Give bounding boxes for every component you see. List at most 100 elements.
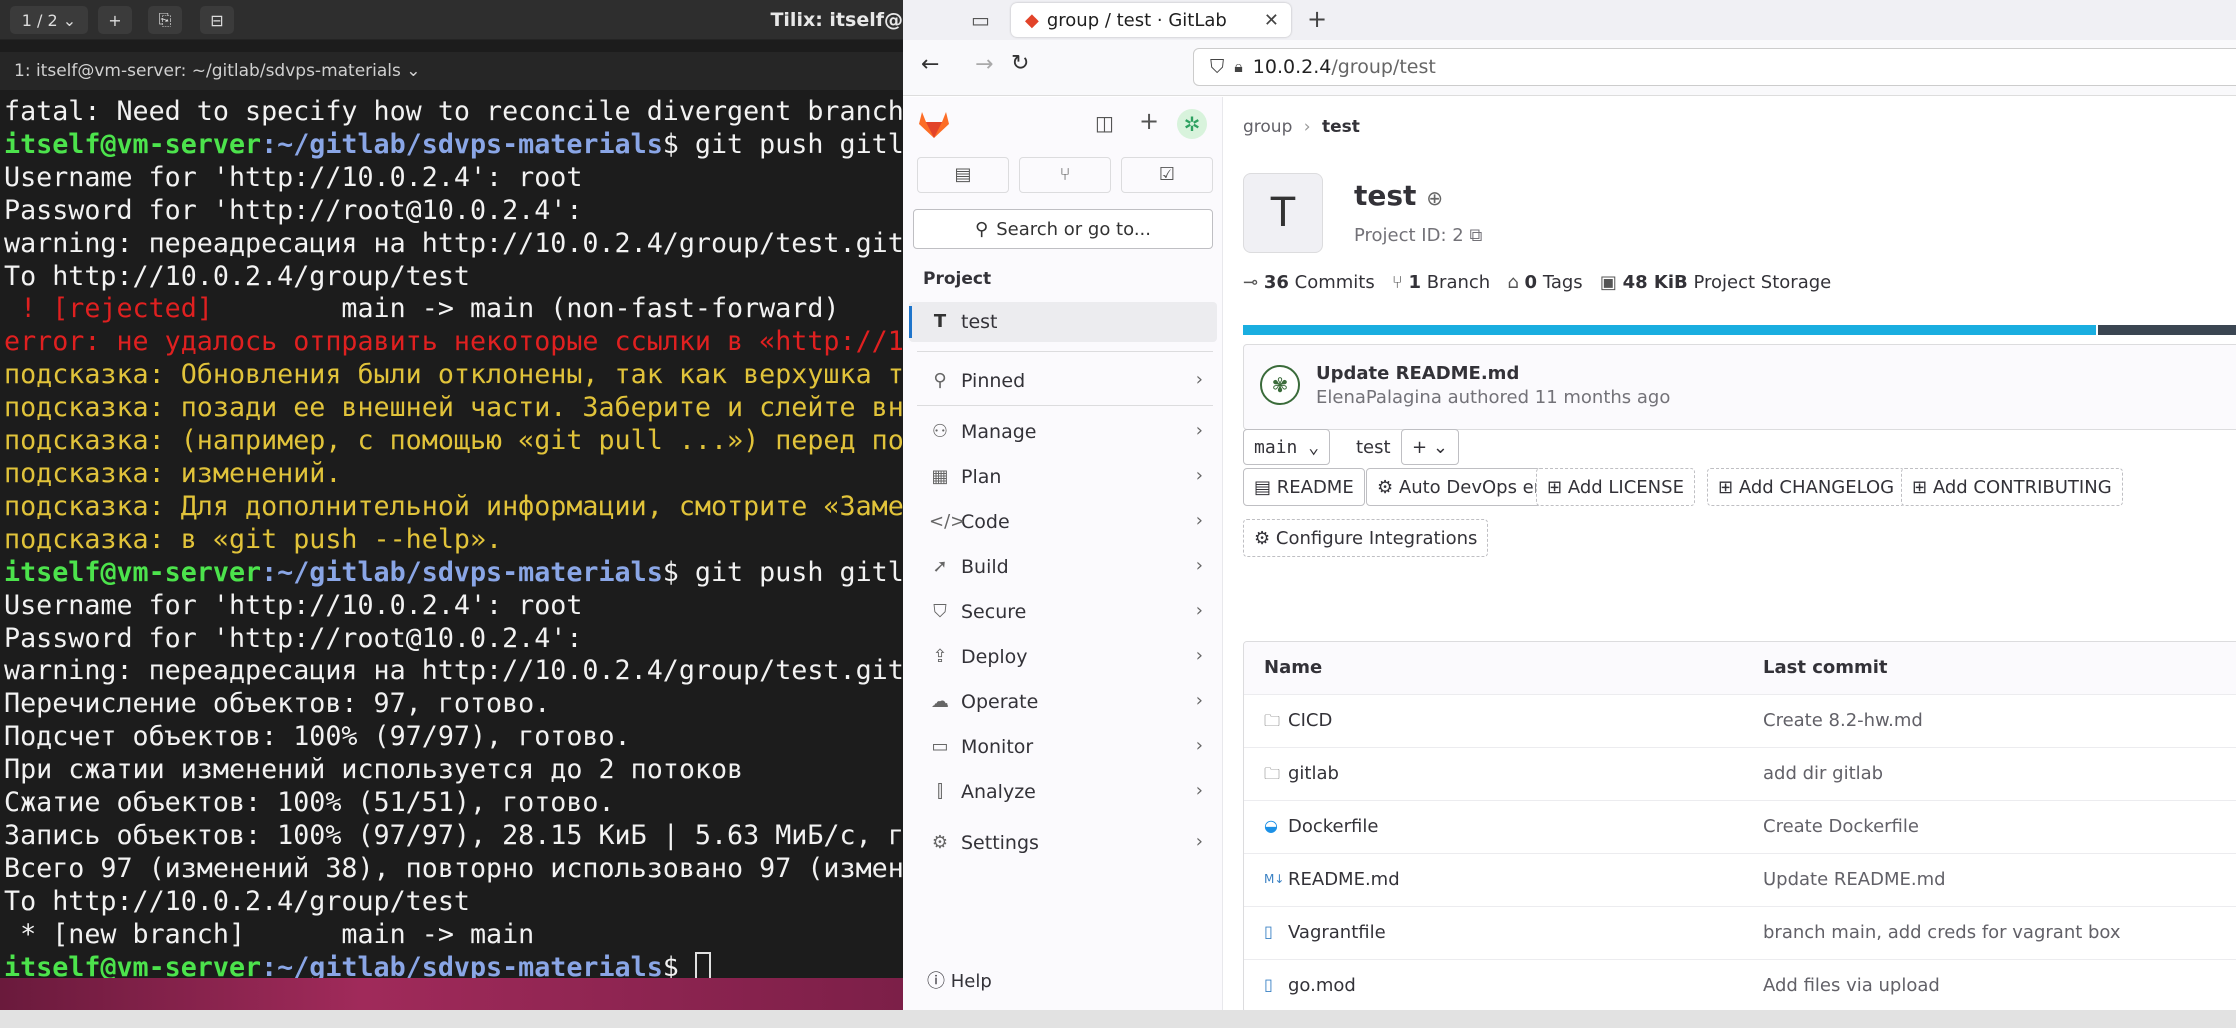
sidebar-toggle-icon[interactable]: ◫ (1095, 111, 1114, 135)
sidebar-item-label: Monitor (961, 736, 1034, 758)
sidebar-section-label: Project (923, 269, 992, 289)
back-arrow-icon[interactable]: ← (921, 52, 939, 77)
tab-overview-icon[interactable]: ▭ (971, 8, 990, 32)
forward-arrow-icon[interactable]: → (975, 52, 993, 77)
browser-tab[interactable]: ◆ group / test · GitLab ✕ (1011, 3, 1291, 37)
search-button[interactable]: ⚲ Search or go to... (913, 209, 1213, 249)
table-row[interactable]: ◒ Dockerfile Create Dockerfile (1244, 801, 2236, 854)
table-header: Name Last commit (1244, 642, 2236, 695)
language-bar-secondary (2098, 325, 2236, 335)
new-tab-button[interactable]: + (1307, 5, 1327, 33)
file-commit[interactable]: Create 8.2-hw.md (1763, 710, 1923, 731)
file-name[interactable]: Dockerfile (1288, 816, 1378, 837)
pin-icon: ⚲ (933, 370, 947, 391)
project-id-label: Project ID: 2 (1354, 225, 1464, 246)
docker-icon: ◒ (1264, 816, 1278, 835)
session-switcher[interactable]: 1 / 2 ⌄ (10, 6, 88, 34)
branch-name: main (1254, 436, 1298, 458)
copy-icon[interactable]: ⧉ (1469, 225, 1482, 246)
file-name[interactable]: Vagrantfile (1288, 922, 1386, 943)
commit-time: authored 11 months ago (1447, 387, 1671, 408)
table-row[interactable]: 🗀︎ CICD Create 8.2-hw.md (1244, 695, 2236, 748)
commit-title[interactable]: Update README.md (1316, 363, 1519, 384)
project-name: test (1354, 179, 1417, 212)
add-session-button[interactable]: + (98, 6, 132, 34)
configure-integrations-button[interactable]: ⚙ Configure Integrations (1243, 519, 1489, 557)
issues-icon[interactable]: ▤ (917, 157, 1009, 193)
file-name[interactable]: gitlab (1288, 763, 1339, 784)
split-down-icon[interactable]: ⊟ (200, 6, 234, 34)
terminal-session-tab[interactable]: 1: itself@vm-server: ~/gitlab/sdvps-mate… (0, 52, 903, 90)
sidebar-item-settings[interactable]: ⚙ Settings › (909, 823, 1217, 863)
create-new-icon[interactable]: + (1139, 107, 1159, 135)
sidebar-item-manage[interactable]: ⚇ Manage › (909, 412, 1217, 452)
add-contributing-button[interactable]: ⊞ Add CONTRIBUTING (1901, 468, 2123, 506)
user-avatar[interactable]: ✲ (1177, 109, 1207, 139)
sidebar-item-secure[interactable]: ⛉ Secure › (909, 592, 1217, 632)
tags-link[interactable]: Tags (1543, 272, 1583, 293)
reload-icon[interactable]: ↻ (1011, 51, 1029, 76)
branch-selector[interactable]: main ⌄ (1243, 429, 1331, 465)
add-changelog-button[interactable]: ⊞ Add CHANGELOG (1707, 468, 1906, 506)
markdown-icon: M↓ (1264, 872, 1285, 886)
help-button[interactable]: ⓘ Help (927, 967, 992, 993)
chevron-right-icon: › (1195, 831, 1203, 852)
sidebar-item-deploy[interactable]: ⇪ Deploy › (909, 637, 1217, 677)
table-row[interactable]: 🗀︎ gitlab add dir gitlab (1244, 748, 2236, 801)
branch-link[interactable]: Branch (1427, 272, 1491, 293)
storage-link[interactable]: Project Storage (1693, 272, 1831, 293)
term-line: itself@vm-server:~/gitlab/sdvps-material… (4, 129, 903, 162)
term-line: Username for 'http://10.0.2.4': root (4, 589, 583, 621)
gear-icon: ⚙ (931, 832, 949, 853)
command: $ git push gitlab m (662, 128, 903, 160)
terminal-window[interactable]: 1 / 2 ⌄ + ⎘ ⊟ Tilix: itself@ 1: itself@v… (0, 0, 903, 1010)
sidebar-item-build[interactable]: ➚ Build › (909, 547, 1217, 587)
todo-icon[interactable]: ☑ (1121, 157, 1213, 193)
breadcrumb-project[interactable]: test (1322, 117, 1360, 137)
terminal-output[interactable]: fatal: Need to specify how to reconcile … (4, 96, 903, 984)
split-right-icon[interactable]: ⎘ (148, 6, 182, 34)
table-row[interactable]: ▯ go.mod Add files via upload (1244, 960, 2236, 1010)
gear-icon: ⚙ (1254, 527, 1271, 549)
term-line: подсказка: в «git push --help». (4, 523, 503, 555)
term-line: * [new branch] main -> main (4, 918, 535, 950)
sidebar-item-label: test (961, 311, 998, 333)
globe-icon: ⊕ (1426, 186, 1443, 210)
file-name[interactable]: CICD (1288, 710, 1332, 731)
sidebar-item-monitor[interactable]: ▭ Monitor › (909, 727, 1217, 767)
merge-requests-icon[interactable]: ⑂ (1019, 157, 1111, 193)
add-license-button[interactable]: ⊞ Add LICENSE (1536, 468, 1695, 506)
button-label: Add CHANGELOG (1738, 476, 1895, 498)
file-commit[interactable]: Add files via upload (1763, 975, 1940, 996)
add-file-dropdown[interactable]: + ⌄ (1401, 429, 1459, 465)
file-commit[interactable]: add dir gitlab (1763, 763, 1883, 784)
breadcrumb-group[interactable]: group (1243, 117, 1292, 137)
table-row[interactable]: M↓ README.md Update README.md (1244, 854, 2236, 907)
file-name[interactable]: README.md (1288, 869, 1400, 890)
sidebar-item-code[interactable]: </> Code › (909, 502, 1217, 542)
file-name[interactable]: go.mod (1288, 975, 1356, 996)
file-commit[interactable]: Update README.md (1763, 869, 1946, 890)
chevron-right-icon: › (1195, 369, 1203, 390)
button-label: Configure Integrations (1275, 527, 1478, 549)
sidebar-item-pinned[interactable]: ⚲ Pinned › (909, 361, 1217, 401)
file-commit[interactable]: branch main, add creds for vagrant box (1763, 922, 2121, 943)
gitlab-logo-icon[interactable] (917, 109, 951, 139)
sidebar-item-project[interactable]: T test (909, 302, 1217, 342)
sidebar-item-analyze[interactable]: ⫿ Analyze › (909, 772, 1217, 812)
path-root[interactable]: test (1356, 437, 1391, 458)
author-avatar[interactable]: ✾ (1260, 365, 1300, 405)
term-line: Подсчет объектов: 100% (97/97), готово. (4, 721, 631, 753)
commit-author[interactable]: ElenaPalagina (1316, 387, 1442, 408)
table-row[interactable]: ▯ Vagrantfile branch main, add creds for v… (1244, 907, 2236, 960)
branch-count: 1 (1408, 272, 1421, 293)
file-commit[interactable]: Create Dockerfile (1763, 816, 1919, 837)
commits-link[interactable]: Commits (1295, 272, 1375, 293)
sidebar-item-operate[interactable]: ☁ Operate › (909, 682, 1217, 722)
url-bar[interactable]: ⛉ 🔒︎ 10.0.2.4/group/test (1193, 48, 2236, 86)
readme-button[interactable]: ▤ README (1243, 468, 1365, 506)
close-icon[interactable]: ✕ (1264, 10, 1279, 31)
sidebar-item-plan[interactable]: ▦ Plan › (909, 457, 1217, 497)
project-id: Project ID: 2 ⧉ (1354, 225, 1482, 246)
term-line: To http://10.0.2.4/group/test (4, 885, 470, 917)
